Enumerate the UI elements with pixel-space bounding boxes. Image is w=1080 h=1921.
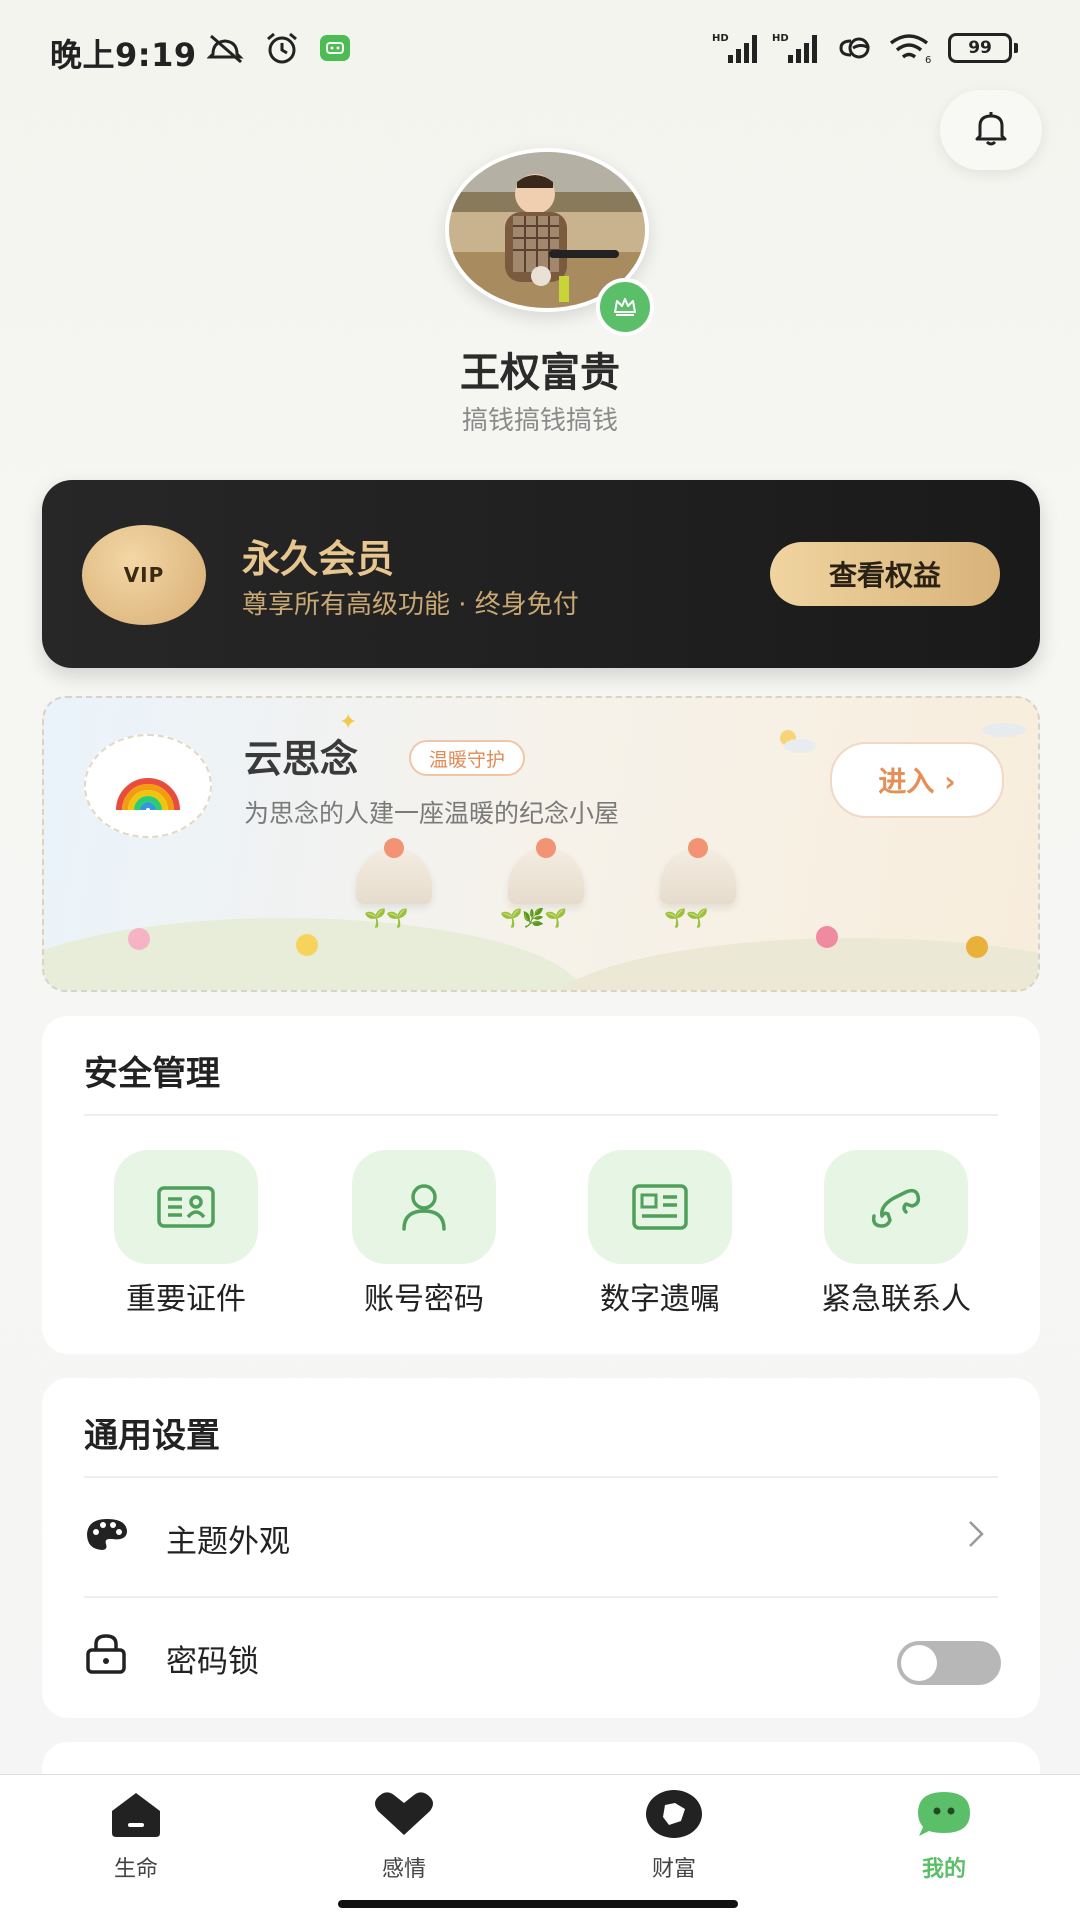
flower-icon	[296, 934, 318, 956]
memorial-tag: 温暖守护	[409, 740, 526, 776]
profile-motto: 搞钱搞钱搞钱	[461, 406, 618, 436]
nav-label: 感情	[381, 1857, 426, 1882]
app-notification-icon	[318, 30, 352, 66]
link-icon	[832, 30, 878, 66]
svg-text:HD: HD	[772, 33, 789, 44]
palette-icon	[84, 1516, 130, 1558]
signal-1-icon: HD	[712, 30, 764, 66]
lantern-icon	[536, 838, 556, 858]
nav-label: 财富	[651, 1857, 696, 1882]
security-item-emergency-contact[interactable]	[824, 1150, 968, 1264]
heart-icon	[372, 1789, 436, 1843]
alarm-icon	[262, 30, 302, 66]
general-settings-card: 通用设置 主题外观 密码锁	[42, 1378, 1040, 1718]
security-label: 紧急联系人	[821, 1282, 971, 1317]
security-title: 安全管理	[84, 1054, 220, 1094]
nav-tab-me[interactable]: 我的	[844, 1789, 1044, 1882]
document-icon	[588, 1150, 732, 1264]
wealth-icon	[645, 1789, 703, 1843]
nav-tab-emotion[interactable]: 感情	[304, 1789, 504, 1882]
profile-name: 王权富贵	[460, 350, 620, 396]
bottom-nav: 生命 感情 财富 我的	[0, 1774, 1080, 1921]
memorial-title: 云思念	[244, 737, 359, 781]
view-benefits-button[interactable]: 查看权益	[770, 542, 1000, 606]
vip-title: 永久会员	[242, 537, 395, 581]
enter-button[interactable]: 进入 ›	[830, 742, 1004, 818]
vip-badge-icon: VIP	[82, 525, 206, 625]
general-title: 通用设置	[84, 1416, 220, 1456]
security-grid: 重要证件 账号密码 数字遗嘱 紧急联系人	[42, 1150, 1040, 1340]
memorial-subtitle: 为思念的人建一座温暖的纪念小屋	[244, 799, 620, 828]
nav-label: 我的	[921, 1857, 966, 1882]
battery-level: 99	[948, 33, 1013, 63]
sprout-icon: 🌱🌱	[364, 908, 409, 929]
nav-tab-wealth[interactable]: 财富	[574, 1789, 774, 1882]
theme-row[interactable]: 主题外观	[42, 1478, 1040, 1596]
security-label: 数字遗嘱	[600, 1282, 720, 1317]
security-item-documents[interactable]	[114, 1150, 258, 1264]
password-lock-label: 密码锁	[166, 1644, 259, 1680]
mute-icon	[205, 30, 249, 66]
nav-tab-life[interactable]: 生命	[36, 1789, 236, 1882]
cloud-icon	[979, 718, 1029, 742]
toggle-knob	[901, 1645, 937, 1681]
crown-badge-icon	[596, 278, 654, 336]
chevron-right-icon	[966, 1518, 986, 1554]
status-time: 晚上9:19	[50, 36, 197, 74]
sprout-icon: 🌱🌿🌱	[500, 908, 568, 929]
bell-icon	[971, 108, 1011, 152]
svg-text:6: 6	[925, 55, 931, 65]
status-bar: 晚上9:19 HD HD 6 99	[0, 0, 1080, 100]
flower-icon	[966, 936, 988, 958]
hill-decoration	[44, 918, 584, 990]
user-icon	[352, 1150, 496, 1264]
sun-cloud-icon	[774, 728, 818, 758]
sprout-icon: 🌱🌱	[664, 908, 709, 929]
divider	[84, 1114, 998, 1116]
notification-button[interactable]	[940, 90, 1042, 170]
rainbow-icon	[116, 778, 180, 811]
vip-subtitle: 尊享所有高级功能 · 终身免付	[242, 590, 579, 620]
flower-icon	[816, 926, 838, 948]
nav-label: 生命	[113, 1857, 158, 1882]
security-item-will[interactable]	[588, 1150, 732, 1264]
id-card-icon	[114, 1150, 258, 1264]
memorial-card[interactable]: ✦ 云思念 温暖守护 为思念的人建一座温暖的纪念小屋 进入 › 🌱🌱 🌱🌿🌱 🌱…	[42, 696, 1040, 992]
security-label: 账号密码	[364, 1282, 484, 1317]
security-card: 安全管理 重要证件 账号密码 数字遗嘱 紧急联系人	[42, 1016, 1040, 1354]
vip-card[interactable]: VIP 永久会员 尊享所有高级功能 · 终身免付 查看权益	[42, 480, 1040, 668]
home-indicator	[338, 1900, 738, 1908]
svg-text:HD: HD	[712, 33, 729, 44]
signal-2-icon: HD	[772, 30, 824, 66]
security-item-accounts[interactable]	[352, 1150, 496, 1264]
lock-icon	[84, 1632, 128, 1680]
security-label: 重要证件	[126, 1282, 246, 1317]
rainbow-avatar	[84, 734, 212, 838]
password-lock-row: 密码锁	[42, 1598, 1040, 1716]
password-lock-toggle[interactable]	[897, 1641, 1001, 1685]
flower-icon	[128, 928, 150, 950]
me-icon	[915, 1789, 973, 1843]
lantern-icon	[384, 838, 404, 858]
theme-label: 主题外观	[166, 1524, 290, 1560]
home-icon	[108, 1789, 164, 1843]
phone-icon	[824, 1150, 968, 1264]
lantern-icon	[688, 838, 708, 858]
wifi-icon: 6	[886, 30, 936, 66]
battery-icon: 99	[948, 30, 1018, 66]
